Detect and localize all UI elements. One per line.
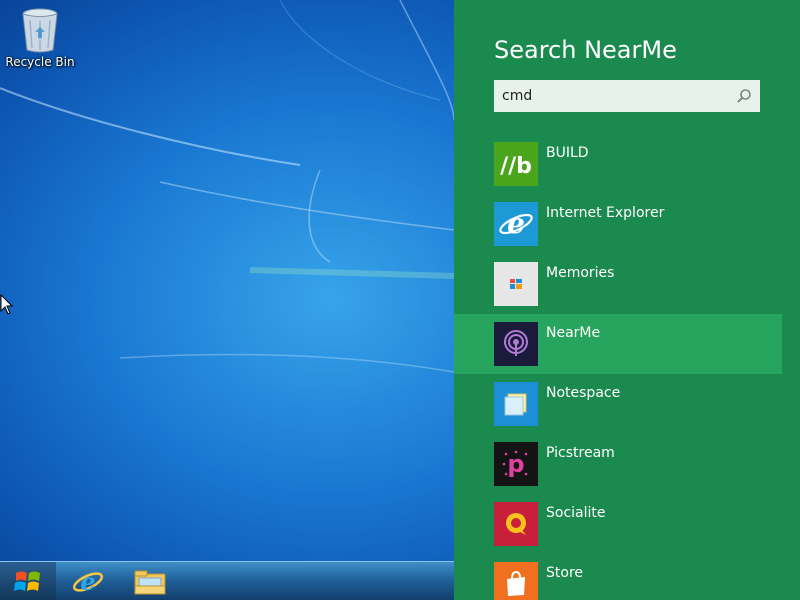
internet-explorer-icon: e bbox=[72, 567, 104, 596]
search-box[interactable] bbox=[494, 80, 760, 112]
svg-text:e: e bbox=[507, 207, 525, 240]
svg-text://b: //b bbox=[500, 154, 532, 179]
result-label: Store bbox=[546, 565, 584, 581]
notespace-app-icon bbox=[494, 382, 538, 426]
taskbar: e bbox=[0, 561, 454, 600]
result-memories[interactable]: Memories bbox=[454, 254, 782, 314]
result-label: Picstream bbox=[546, 445, 615, 461]
file-explorer-icon bbox=[134, 570, 166, 594]
taskbar-file-explorer-button[interactable] bbox=[124, 562, 176, 600]
desktop-icon-recycle-bin[interactable]: Recycle Bin bbox=[4, 6, 76, 69]
result-socialite[interactable]: Socialite bbox=[454, 494, 782, 554]
result-picstream[interactable]: p Picstream bbox=[454, 434, 782, 494]
search-pane: Search NearMe //b BUILD e Internet Explo… bbox=[454, 0, 800, 600]
result-notespace[interactable]: Notespace bbox=[454, 374, 782, 434]
search-input[interactable] bbox=[502, 84, 722, 108]
search-results-list: //b BUILD e Internet Explorer Memories N… bbox=[454, 134, 800, 600]
start-button[interactable] bbox=[0, 562, 56, 600]
internet-explorer-icon: e bbox=[494, 202, 538, 246]
build-app-icon: //b bbox=[494, 142, 538, 186]
result-label: NearMe bbox=[546, 325, 601, 341]
memories-app-icon bbox=[494, 262, 538, 306]
nearme-app-icon bbox=[494, 322, 538, 366]
wallpaper-swirl bbox=[0, 0, 454, 373]
windows-logo-icon bbox=[14, 571, 40, 591]
result-label: Notespace bbox=[546, 385, 621, 401]
recycle-bin-icon bbox=[22, 8, 58, 53]
svg-text:p: p bbox=[507, 450, 524, 478]
result-store[interactable]: Store bbox=[454, 554, 782, 600]
desktop-icon-label: Recycle Bin bbox=[5, 55, 75, 69]
mouse-cursor-icon bbox=[0, 294, 14, 315]
result-label: Socialite bbox=[546, 505, 606, 521]
result-label: Memories bbox=[546, 265, 615, 281]
result-label: Internet Explorer bbox=[546, 205, 665, 221]
result-internet-explorer[interactable]: e Internet Explorer bbox=[454, 194, 782, 254]
taskbar-internet-explorer-button[interactable]: e bbox=[62, 562, 114, 600]
magnifier-icon[interactable] bbox=[736, 88, 752, 104]
picstream-app-icon: p bbox=[494, 442, 538, 486]
svg-text:e: e bbox=[80, 567, 95, 596]
result-label: BUILD bbox=[546, 145, 589, 161]
search-pane-title: Search NearMe bbox=[494, 36, 677, 64]
desktop: Recycle Bin bbox=[0, 0, 454, 561]
result-build[interactable]: //b BUILD bbox=[454, 134, 782, 194]
store-app-icon bbox=[494, 562, 538, 600]
socialite-app-icon bbox=[494, 502, 538, 546]
result-nearme[interactable]: NearMe bbox=[454, 314, 782, 374]
